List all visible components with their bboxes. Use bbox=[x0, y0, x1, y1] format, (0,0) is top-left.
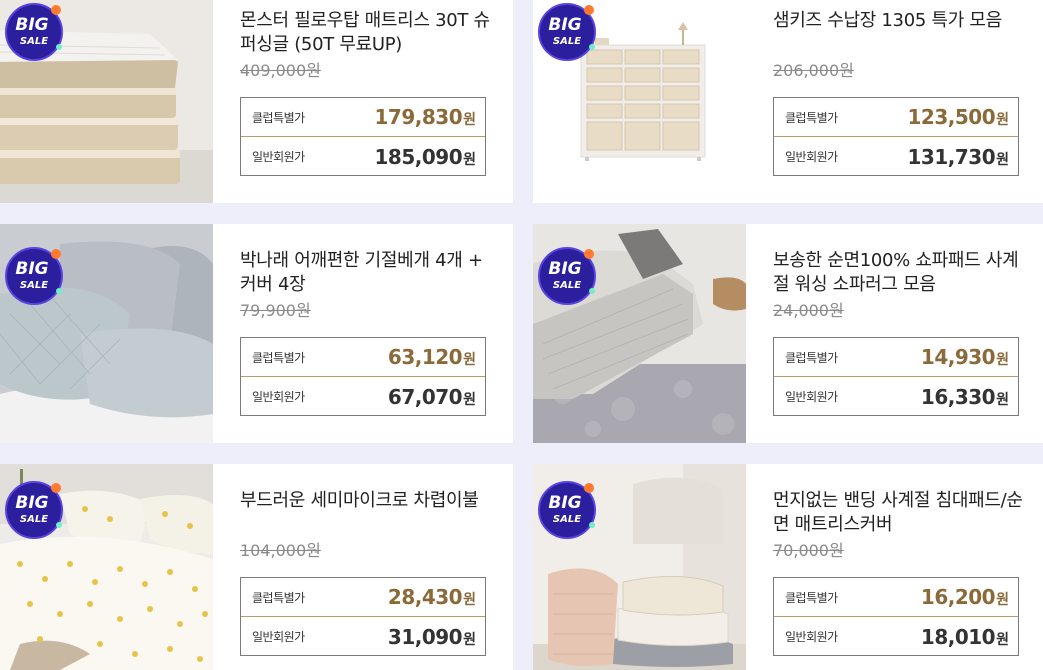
price-box: 클럽특별가 16,200원 일반회원가 18,010원 bbox=[773, 577, 1019, 656]
club-price-label: 클럽특별가 bbox=[785, 110, 838, 125]
member-price-value: 31,090 bbox=[387, 624, 463, 649]
product-title[interactable]: 부드러운 세미마이크로 차렵이불 bbox=[240, 489, 490, 513]
member-price-row: 일반회원가 131,730원 bbox=[774, 137, 1018, 176]
svg-text:SALE: SALE bbox=[20, 514, 48, 525]
svg-text:BIG: BIG bbox=[548, 493, 581, 513]
currency-unit: 원 bbox=[996, 592, 1009, 608]
club-price-label: 클럽특별가 bbox=[785, 590, 838, 605]
club-price-value: 16,200 bbox=[920, 585, 996, 609]
currency-unit: 원 bbox=[996, 391, 1009, 408]
svg-text:SALE: SALE bbox=[20, 36, 48, 47]
member-price-row: 일반회원가 18,010원 bbox=[774, 617, 1018, 656]
currency-unit: 원 bbox=[996, 112, 1009, 128]
club-price-label: 클럽특별가 bbox=[252, 110, 305, 125]
member-price-row: 일반회원가 67,070원 bbox=[241, 377, 485, 416]
club-price-row: 클럽특별가 16,200원 bbox=[774, 578, 1018, 617]
club-price-label: 클럽특별가 bbox=[785, 350, 838, 365]
member-price-label: 일반회원가 bbox=[252, 630, 305, 644]
member-price-label: 일반회원가 bbox=[785, 150, 838, 164]
product-title[interactable]: 몬스터 필로우탑 매트리스 30T 슈퍼싱글 (50T 무료UP) bbox=[240, 9, 490, 57]
original-price: 104,000원 bbox=[240, 541, 321, 560]
big-sale-badge: BIG SALE bbox=[537, 246, 597, 306]
club-price-value: 14,930 bbox=[920, 345, 996, 369]
product-card[interactable]: BIG SALE 몬스터 필로우탑 매트리스 30T 슈퍼싱글 (50T 무료U… bbox=[0, 0, 513, 203]
svg-text:BIG: BIG bbox=[548, 259, 581, 279]
member-price-value: 67,070 bbox=[387, 384, 463, 409]
member-price-label: 일반회원가 bbox=[785, 390, 838, 404]
svg-text:SALE: SALE bbox=[20, 280, 48, 291]
member-price-value: 18,010 bbox=[920, 624, 996, 649]
original-price: 70,000원 bbox=[773, 541, 844, 560]
svg-text:SALE: SALE bbox=[553, 514, 581, 525]
big-sale-badge: BIG SALE bbox=[4, 480, 64, 540]
member-price-value: 185,090 bbox=[374, 144, 463, 169]
product-card[interactable]: BIG SALE 샘키즈 수납장 1305 특가 모음 206,000원 클럽특… bbox=[533, 0, 1043, 203]
svg-text:SALE: SALE bbox=[553, 280, 581, 291]
member-price-value: 131,730 bbox=[907, 144, 996, 169]
original-price: 409,000원 bbox=[240, 61, 321, 80]
member-price-label: 일반회원가 bbox=[252, 150, 305, 164]
big-sale-badge: BIG SALE bbox=[537, 480, 597, 540]
club-price-row: 클럽특별가 63,120원 bbox=[241, 338, 485, 377]
member-price-row: 일반회원가 16,330원 bbox=[774, 377, 1018, 416]
big-sale-badge: BIG SALE bbox=[4, 2, 64, 62]
svg-text:BIG: BIG bbox=[15, 259, 48, 279]
currency-unit: 원 bbox=[996, 631, 1009, 648]
product-title[interactable]: 박나래 어깨편한 기절베개 4개 + 커버 4장 bbox=[240, 249, 490, 297]
original-price: 79,900원 bbox=[240, 301, 311, 320]
currency-unit: 원 bbox=[996, 151, 1009, 168]
price-box: 클럽특별가 123,500원 일반회원가 131,730원 bbox=[773, 97, 1019, 176]
currency-unit: 원 bbox=[463, 391, 476, 408]
currency-unit: 원 bbox=[463, 112, 476, 128]
price-box: 클럽특별가 179,830원 일반회원가 185,090원 bbox=[240, 97, 486, 176]
club-price-label: 클럽특별가 bbox=[252, 590, 305, 605]
big-sale-badge: BIG SALE bbox=[537, 2, 597, 62]
product-card[interactable]: BIG SALE 먼지없는 밴딩 사계절 침대패드/순면 매트리스커버 70,0… bbox=[533, 464, 1043, 670]
member-price-label: 일반회원가 bbox=[252, 390, 305, 404]
svg-text:BIG: BIG bbox=[15, 493, 48, 513]
club-price-value: 179,830 bbox=[374, 105, 463, 129]
original-price: 24,000원 bbox=[773, 301, 844, 320]
club-price-value: 123,500 bbox=[907, 105, 996, 129]
product-card[interactable]: BIG SALE 박나래 어깨편한 기절베개 4개 + 커버 4장 79,900… bbox=[0, 224, 513, 443]
club-price-row: 클럽특별가 14,930원 bbox=[774, 338, 1018, 377]
product-title[interactable]: 보송한 순면100% 쇼파패드 사계절 워싱 소파러그 모음 bbox=[773, 249, 1023, 297]
club-price-value: 63,120 bbox=[387, 345, 463, 369]
member-price-value: 16,330 bbox=[920, 384, 996, 409]
product-title[interactable]: 먼지없는 밴딩 사계절 침대패드/순면 매트리스커버 bbox=[773, 489, 1023, 537]
product-card[interactable]: BIG SALE 보송한 순면100% 쇼파패드 사계절 워싱 소파러그 모음 … bbox=[533, 224, 1043, 443]
svg-text:SALE: SALE bbox=[553, 36, 581, 47]
price-box: 클럽특별가 63,120원 일반회원가 67,070원 bbox=[240, 337, 486, 416]
svg-text:BIG: BIG bbox=[548, 15, 581, 35]
price-box: 클럽특별가 14,930원 일반회원가 16,330원 bbox=[773, 337, 1019, 416]
big-sale-badge: BIG SALE bbox=[4, 246, 64, 306]
price-box: 클럽특별가 28,430원 일반회원가 31,090원 bbox=[240, 577, 486, 656]
currency-unit: 원 bbox=[463, 151, 476, 168]
member-price-row: 일반회원가 31,090원 bbox=[241, 617, 485, 656]
currency-unit: 원 bbox=[463, 631, 476, 648]
currency-unit: 원 bbox=[463, 592, 476, 608]
currency-unit: 원 bbox=[463, 352, 476, 368]
svg-text:BIG: BIG bbox=[15, 15, 48, 35]
club-price-row: 클럽특별가 28,430원 bbox=[241, 578, 485, 617]
member-price-row: 일반회원가 185,090원 bbox=[241, 137, 485, 176]
club-price-value: 28,430 bbox=[387, 585, 463, 609]
product-title[interactable]: 샘키즈 수납장 1305 특가 모음 bbox=[773, 9, 1023, 33]
club-price-row: 클럽특별가 179,830원 bbox=[241, 98, 485, 137]
member-price-label: 일반회원가 bbox=[785, 630, 838, 644]
club-price-label: 클럽특별가 bbox=[252, 350, 305, 365]
original-price: 206,000원 bbox=[773, 61, 854, 80]
currency-unit: 원 bbox=[996, 352, 1009, 368]
club-price-row: 클럽특별가 123,500원 bbox=[774, 98, 1018, 137]
product-card[interactable]: BIG SALE 부드러운 세미마이크로 차렵이불 104,000원 클럽특별가… bbox=[0, 464, 513, 670]
